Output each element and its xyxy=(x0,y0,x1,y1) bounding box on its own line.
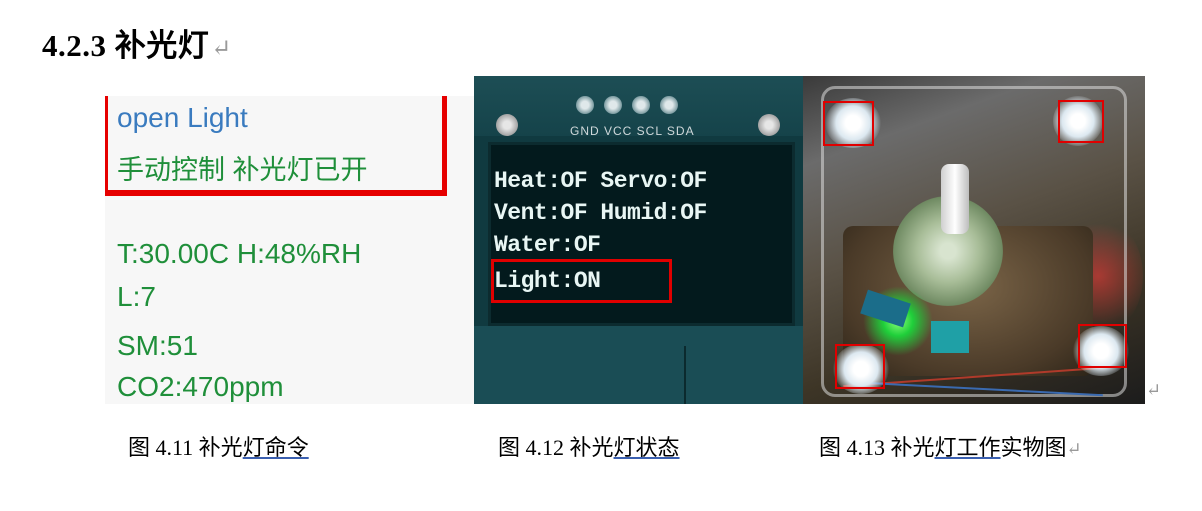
oled-board-bottom xyxy=(474,326,803,404)
section-heading: 4.2.3 补光灯↵ xyxy=(42,20,232,65)
caption-suffix: 实物图 xyxy=(1000,435,1067,460)
board-edge xyxy=(684,346,686,404)
figure-light-command: open Light 手动控制 补光灯已开 T:30.00C H:48%RH L… xyxy=(105,96,474,404)
section-heading-text: 4.2.3 补光灯 xyxy=(42,28,210,63)
pin-labels: GND VCC SCL SDA xyxy=(570,124,695,138)
reply-text: 手动控制 补光灯已开 xyxy=(117,155,368,185)
oled-line-water: Water:OF xyxy=(494,232,601,258)
command-text: open Light xyxy=(117,102,248,133)
oled-line-vent-humid: Vent:OF Humid:OF xyxy=(494,200,707,226)
led-marker-bottom-left xyxy=(835,344,885,389)
led-marker-top-right xyxy=(1058,100,1104,143)
caption-figure-4-13: 图 4.13 补光灯工作实物图↵ xyxy=(819,430,1082,462)
led-marker-bottom-right xyxy=(1078,324,1127,368)
caption-text: 图 4.13 补光 xyxy=(819,435,935,460)
pin-icon xyxy=(576,96,594,114)
figure-oled-status: GND VCC SCL SDA Heat:OF Servo:OF Vent:OF… xyxy=(474,76,803,404)
caption-text: 图 4.11 补光 xyxy=(128,435,243,460)
status-line-co2: CO2:470ppm xyxy=(117,371,284,402)
oled-line-heat-servo: Heat:OF Servo:OF xyxy=(494,168,707,194)
figure-physical-photo xyxy=(803,76,1145,404)
paragraph-mark: ↵ xyxy=(211,36,232,62)
caption-figure-4-12: 图 4.12 补光灯状态 xyxy=(498,430,680,462)
pin-icon xyxy=(604,96,622,114)
mount-hole-icon xyxy=(496,114,518,136)
paragraph-mark: ↵ xyxy=(1066,439,1082,459)
status-line-soil-moisture: SM:51 xyxy=(117,330,198,361)
pin-icon xyxy=(660,96,678,114)
caption-underlined-text: 灯工作 xyxy=(934,435,1001,460)
status-line-light: L:7 xyxy=(117,281,156,312)
pin-icon xyxy=(632,96,650,114)
caption-underlined-text: 灯命令 xyxy=(242,435,309,460)
led-marker-top-left xyxy=(823,101,874,146)
paragraph-mark: ↵ xyxy=(1146,380,1162,400)
caption-text: 图 4.12 补光 xyxy=(498,435,614,460)
caption-underlined-text: 灯状态 xyxy=(613,435,680,460)
status-line-temp-humidity: T:30.00C H:48%RH xyxy=(117,238,362,269)
mount-hole-icon xyxy=(758,114,780,136)
caption-figure-4-11: 图 4.11 补光灯命令 xyxy=(128,430,309,462)
highlight-box xyxy=(491,259,672,303)
